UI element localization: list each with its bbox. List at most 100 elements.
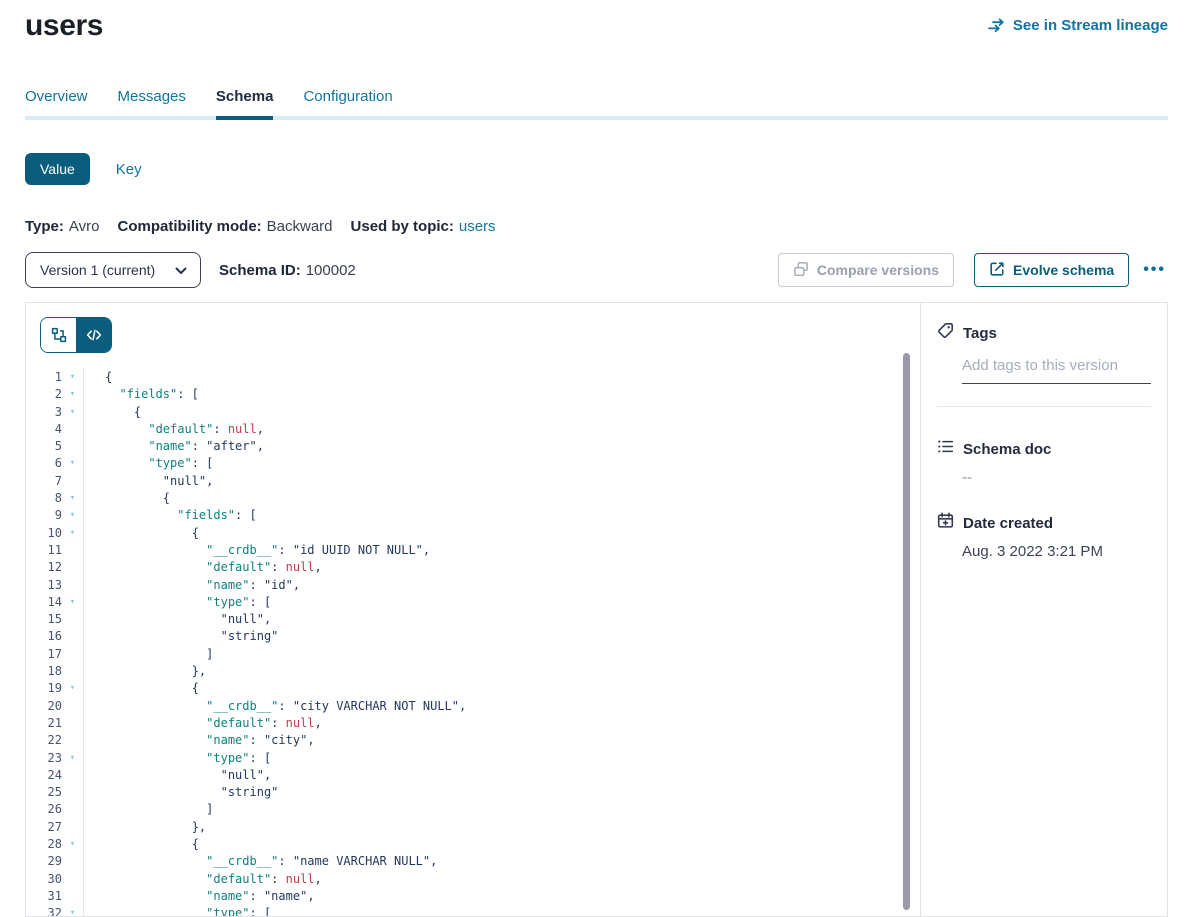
- code-view-icon[interactable]: [76, 318, 111, 352]
- fold-arrow-icon[interactable]: ▾: [62, 750, 84, 767]
- tab-schema[interactable]: Schema: [216, 88, 274, 120]
- code-line[interactable]: 22"name": "city",: [26, 732, 920, 749]
- code-text: "type": [: [84, 750, 271, 767]
- page-header: users See in Stream lineage: [25, 8, 1168, 44]
- fold-gutter: [62, 473, 84, 490]
- stream-lineage-link[interactable]: See in Stream lineage: [988, 17, 1168, 34]
- code-line[interactable]: 14▾"type": [: [26, 594, 920, 611]
- code-line[interactable]: 10▾{: [26, 525, 920, 542]
- line-number: 26: [26, 801, 62, 818]
- line-number: 2: [26, 386, 62, 403]
- schema-doc-heading: Schema doc: [963, 441, 1051, 458]
- sidebar-divider: [937, 406, 1151, 407]
- fold-gutter: [62, 421, 84, 438]
- line-number: 7: [26, 473, 62, 490]
- code-line[interactable]: 12"default": null,: [26, 559, 920, 576]
- fold-arrow-icon[interactable]: ▾: [62, 525, 84, 542]
- compare-versions-button[interactable]: Compare versions: [778, 253, 954, 287]
- tab-overview[interactable]: Overview: [25, 88, 88, 120]
- add-tags-input[interactable]: [962, 357, 1151, 384]
- date-created-value: Aug. 3 2022 3:21 PM: [962, 543, 1151, 560]
- code-line[interactable]: 3▾{: [26, 404, 920, 421]
- editor-scrollbar[interactable]: [903, 353, 910, 910]
- code-line[interactable]: 2▾"fields": [: [26, 386, 920, 403]
- line-number: 27: [26, 819, 62, 836]
- code-text: "type": [: [84, 905, 271, 916]
- code-line[interactable]: 31 "name": "name",: [26, 888, 920, 905]
- fold-arrow-icon[interactable]: ▾: [62, 369, 84, 386]
- code-line[interactable]: 27},: [26, 819, 920, 836]
- code-line[interactable]: 21"default": null,: [26, 715, 920, 732]
- fold-arrow-icon[interactable]: ▾: [62, 455, 84, 472]
- code-text: "null",: [84, 767, 271, 784]
- line-number: 24: [26, 767, 62, 784]
- tab-configuration[interactable]: Configuration: [303, 88, 392, 120]
- code-line[interactable]: 17]: [26, 646, 920, 663]
- code-line[interactable]: 18},: [26, 663, 920, 680]
- code-text: "name": "city",: [84, 732, 315, 749]
- more-options-icon[interactable]: •••: [1141, 261, 1168, 279]
- fold-arrow-icon[interactable]: ▾: [62, 490, 84, 507]
- fold-gutter: [62, 784, 84, 801]
- code-line[interactable]: 26]: [26, 801, 920, 818]
- code-line[interactable]: 30"default": null,: [26, 871, 920, 888]
- line-number: 13: [26, 577, 62, 594]
- code-line[interactable]: 1▾{: [26, 369, 920, 386]
- code-line[interactable]: 29"__crdb__": "name VARCHAR NULL",: [26, 853, 920, 870]
- code-line[interactable]: 28▾{: [26, 836, 920, 853]
- topic-link[interactable]: users: [459, 218, 496, 235]
- code-text: "string": [84, 628, 278, 645]
- code-line[interactable]: 16"string": [26, 628, 920, 645]
- fold-arrow-icon[interactable]: ▾: [62, 836, 84, 853]
- code-line[interactable]: 8▾{: [26, 490, 920, 507]
- code-line[interactable]: 9▾"fields": [: [26, 507, 920, 524]
- code-text: {: [84, 836, 199, 853]
- fold-gutter: [62, 888, 84, 905]
- fold-gutter: [62, 438, 84, 455]
- fold-arrow-icon[interactable]: ▾: [62, 507, 84, 524]
- fold-arrow-icon[interactable]: ▾: [62, 594, 84, 611]
- line-number: 4: [26, 421, 62, 438]
- code-text: "type": [: [84, 594, 271, 611]
- code-line[interactable]: 32▾"type": [: [26, 905, 920, 916]
- line-number: 15: [26, 611, 62, 628]
- code-line[interactable]: 24 "null",: [26, 767, 920, 784]
- fold-gutter: [62, 767, 84, 784]
- code-line[interactable]: 23▾"type": [: [26, 750, 920, 767]
- code-line[interactable]: 11"__crdb__": "id UUID NOT NULL",: [26, 542, 920, 559]
- fold-gutter: [62, 732, 84, 749]
- line-number: 20: [26, 698, 62, 715]
- code-text: "name": "id",: [84, 577, 300, 594]
- key-toggle-button[interactable]: Key: [116, 161, 142, 178]
- line-number: 5: [26, 438, 62, 455]
- version-select[interactable]: Version 1 (current): [25, 252, 201, 288]
- evolve-schema-button[interactable]: Evolve schema: [974, 253, 1129, 287]
- tab-messages[interactable]: Messages: [118, 88, 186, 120]
- code-line[interactable]: 13 "name": "id",: [26, 577, 920, 594]
- fold-arrow-icon[interactable]: ▾: [62, 386, 84, 403]
- fold-arrow-icon[interactable]: ▾: [62, 905, 84, 916]
- schema-doc-value: --: [962, 469, 1151, 486]
- tree-view-icon[interactable]: [41, 318, 76, 352]
- code-line[interactable]: 19▾{: [26, 680, 920, 697]
- code-lines[interactable]: 1▾{2▾"fields": [3▾{4"default": null,5"na…: [26, 369, 920, 916]
- code-line[interactable]: 20"__crdb__": "city VARCHAR NOT NULL",: [26, 698, 920, 715]
- schema-sidebar: Tags Schema doc: [920, 303, 1167, 916]
- tags-heading: Tags: [963, 325, 997, 342]
- code-line[interactable]: 15"null",: [26, 611, 920, 628]
- line-number: 31: [26, 888, 62, 905]
- fold-arrow-icon[interactable]: ▾: [62, 404, 84, 421]
- code-line[interactable]: 5"name": "after",: [26, 438, 920, 455]
- code-text: "name": "name",: [84, 888, 315, 905]
- fold-gutter: [62, 698, 84, 715]
- code-line[interactable]: 7"null",: [26, 473, 920, 490]
- fold-arrow-icon[interactable]: ▾: [62, 680, 84, 697]
- code-text: "__crdb__": "id UUID NOT NULL",: [84, 542, 430, 559]
- code-text: {: [84, 680, 199, 697]
- code-text: {: [84, 490, 170, 507]
- code-line[interactable]: 25"string": [26, 784, 920, 801]
- value-toggle-button[interactable]: Value: [25, 153, 90, 185]
- code-line[interactable]: 4"default": null,: [26, 421, 920, 438]
- tag-icon: [937, 322, 954, 344]
- code-line[interactable]: 6▾"type": [: [26, 455, 920, 472]
